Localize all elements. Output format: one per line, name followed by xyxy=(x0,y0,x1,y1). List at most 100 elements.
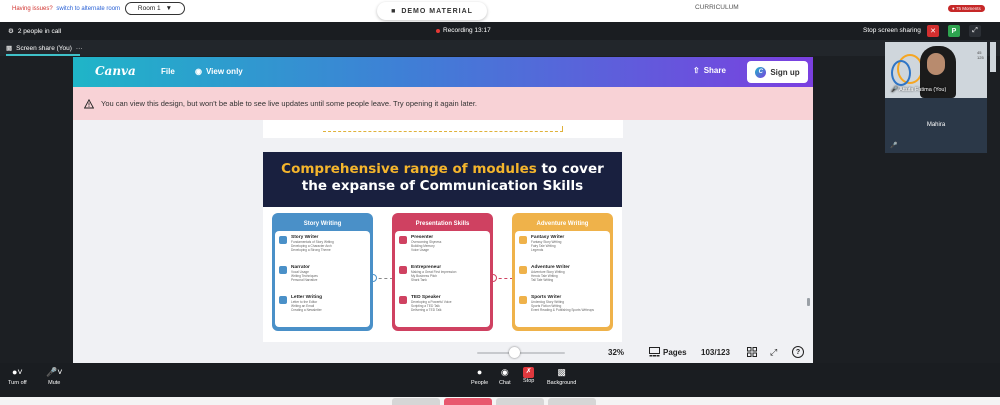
card-body: Presenter Overcoming Shyness Building Me… xyxy=(395,231,490,327)
people-label: People xyxy=(471,380,489,386)
castle-icon xyxy=(519,236,527,244)
warning-banner: You can view this design, but won't be a… xyxy=(73,87,813,120)
expand-button[interactable]: ⤢ xyxy=(969,25,981,37)
background-label: Background xyxy=(547,380,577,386)
current-slide[interactable]: Comprehensive range of modules to cover … xyxy=(263,152,622,342)
warning-icon xyxy=(84,98,94,108)
people-count: ⚙ 2 people in call xyxy=(8,27,62,36)
module-item: Fantasy Writer Fantasy Story Writing Fai… xyxy=(519,235,606,255)
bottom-tab[interactable] xyxy=(496,398,544,405)
participant-tile-mahira[interactable]: Mahira 🎤 xyxy=(885,98,987,153)
chat-icon: ◉ xyxy=(500,367,509,377)
room-select[interactable]: Room 1 ▼ xyxy=(125,2,185,15)
camera-toggle[interactable]: ●˅ Turn off xyxy=(8,367,27,386)
card-body: Story Writer Fundamentals of Story Writi… xyxy=(275,231,370,327)
trophy-icon xyxy=(519,296,527,304)
fullscreen-icon[interactable]: ⤢ xyxy=(770,347,777,358)
bottom-tab[interactable] xyxy=(444,398,492,405)
chat-button[interactable]: ◉ Chat xyxy=(499,367,511,386)
expand-icon: ⤢ xyxy=(972,27,978,34)
zoom-slider[interactable] xyxy=(477,352,565,354)
mic-toggle[interactable]: 🎤˅ Mute xyxy=(46,367,62,386)
background-ring xyxy=(891,60,911,86)
participant-face xyxy=(927,53,945,75)
record-icon: ● xyxy=(952,6,955,11)
demo-material-label: DEMO MATERIAL xyxy=(401,7,473,15)
module-line: Shark Tank xyxy=(411,278,427,282)
bottom-tab[interactable] xyxy=(548,398,596,405)
share-icon: ⇧ xyxy=(693,66,700,75)
alternate-room-link[interactable]: switch to alternate room xyxy=(56,6,120,12)
more-icon[interactable]: ··· xyxy=(76,45,83,52)
module-item: Story Writer Fundamentals of Story Writi… xyxy=(279,235,366,255)
mute-label: Mute xyxy=(48,380,61,386)
camera-icon: ●˅ xyxy=(11,367,23,377)
eye-icon: ◉ xyxy=(195,67,202,76)
module-line: Voice Usage xyxy=(411,248,429,252)
dashed-path xyxy=(323,126,563,132)
demo-material-button[interactable]: ■ DEMO MATERIAL xyxy=(377,2,487,20)
gear-icon[interactable]: ⚙ xyxy=(8,27,14,35)
bottom-tab[interactable] xyxy=(392,398,440,405)
participant-name: 🎤 Attufa Fatima (You) xyxy=(891,87,946,93)
module-line: Event Reading & Publishing Sports Writeu… xyxy=(531,308,595,312)
share-label: Share xyxy=(703,66,726,75)
canva-logo[interactable]: Canva xyxy=(95,64,136,78)
background-icon: ▩ xyxy=(557,367,566,377)
curriculum-link[interactable]: CURRICULUM xyxy=(695,4,739,11)
view-only-button[interactable]: ◉ View only xyxy=(195,67,243,76)
people-count-text: 2 people in call xyxy=(17,27,62,35)
side-panel-scrollbar[interactable] xyxy=(990,42,996,72)
module-line: Tall Tale Writing xyxy=(531,278,554,282)
background-button[interactable]: ▩ Background xyxy=(547,367,576,386)
screen-share-tab[interactable]: ▩ Screen share (You) ··· xyxy=(6,44,83,53)
file-menu[interactable]: File xyxy=(161,67,175,76)
issues-text: Having issues? xyxy=(12,6,53,12)
screen-share-bar: ▩ Screen share (You) ··· xyxy=(0,40,1000,56)
pen-icon xyxy=(279,236,287,244)
card-body: Fantasy Writer Fantasy Story Writing Fai… xyxy=(515,231,610,327)
meeting-header: ⚙ 2 people in call Recording 13:17 Stop … xyxy=(0,22,1000,40)
participant-tile-self[interactable]: 45 125 🎤 Attufa Fatima (You) xyxy=(885,42,987,98)
people-button[interactable]: ● People xyxy=(471,367,488,386)
turn-off-label: Turn off xyxy=(8,380,27,386)
module-line: Creating a Newsletter xyxy=(291,308,322,312)
stop-share-button[interactable]: ✗ Stop xyxy=(523,367,534,384)
pages-button[interactable]: Pages xyxy=(649,347,687,357)
p-button[interactable]: P xyxy=(948,25,960,37)
issues-notice: Having issues? switch to alternate room xyxy=(12,6,120,12)
moments-badge[interactable]: ● 75 Moments xyxy=(948,5,985,12)
folder-icon: ■ xyxy=(391,7,397,15)
zoom-percent[interactable]: 32% xyxy=(608,348,624,357)
participant-name: Mahira xyxy=(926,122,946,128)
pages-label: Pages xyxy=(663,347,687,357)
stop-label: Stop xyxy=(523,378,535,384)
zoom-slider-thumb[interactable] xyxy=(509,347,520,358)
slide-title: Comprehensive range of modules to cover … xyxy=(263,161,622,195)
page-count: 103/123 xyxy=(701,348,730,357)
mic-icon: 🎤 xyxy=(890,143,898,149)
grid-view-icon[interactable] xyxy=(747,347,757,357)
canvas-scrollbar[interactable] xyxy=(807,298,810,306)
help-icon[interactable]: ? xyxy=(792,346,804,358)
stop-sharing-button[interactable]: ✕ xyxy=(927,25,939,37)
mic-icon: 🎤 xyxy=(891,87,898,93)
presenter-icon xyxy=(399,236,407,244)
recording-indicator: Recording 13:17 xyxy=(436,27,491,34)
slide-title-highlight: Comprehensive range of modules xyxy=(281,161,537,177)
module-line: Personal Narrative xyxy=(291,278,318,282)
sign-up-label: Sign up xyxy=(770,67,800,77)
share-button[interactable]: ⇧ Share xyxy=(693,66,726,75)
compass-icon xyxy=(519,266,527,274)
sign-up-button[interactable]: C Sign up xyxy=(747,61,808,83)
module-item: Sports Writer Underdog Story Writing Spo… xyxy=(519,295,606,315)
module-line: Developing a Strong Theme xyxy=(291,248,331,252)
tab-underline xyxy=(6,54,80,56)
previous-page-thumbnail[interactable] xyxy=(263,120,623,138)
canva-toolbar: Canva File ◉ View only ⇧ Share C Sign up xyxy=(73,57,813,87)
canva-footer: 32% Pages 103/123 ⤢ ? xyxy=(73,343,813,363)
module-item: Letter Writing Letter to the Editor Writ… xyxy=(279,295,366,315)
pages-icon xyxy=(649,347,660,357)
close-icon: ✕ xyxy=(930,28,936,35)
recording-dot-icon xyxy=(436,28,440,33)
